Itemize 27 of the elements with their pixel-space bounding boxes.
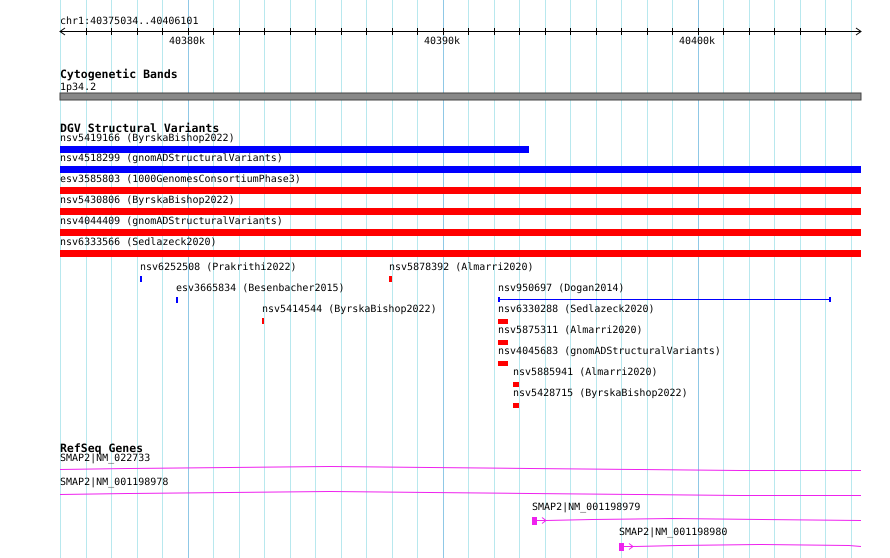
track-title: RefSeq Genes xyxy=(60,441,144,455)
band-label: 1p34.2 xyxy=(60,82,96,93)
gene-label: SMAP2|NM_001198980 xyxy=(619,527,728,538)
ruler-tick-label: 40380k xyxy=(168,36,206,47)
variant-label: nsv5875311 (Almarri2020) xyxy=(498,325,642,336)
gene-label: SMAP2|NM_001198979 xyxy=(532,502,640,513)
variant-label: nsv6252508 (Prakrithi2022) xyxy=(140,262,297,273)
ruler-location-label: chr1:40375034..40406101 xyxy=(60,16,198,27)
gene-label: SMAP2|NM_022733 xyxy=(60,453,150,464)
variant-label: nsv950697 (Dogan2014) xyxy=(498,283,624,294)
variant-label: nsv6333566 (Sedlazeck2020) xyxy=(60,237,217,248)
variant-label: esv3585803 (1000GenomesConsortiumPhase3) xyxy=(60,174,301,185)
variant-label: nsv5430806 (ByrskaBishop2022) xyxy=(60,195,235,206)
variant-label: esv3665834 (Besenbacher2015) xyxy=(176,283,345,294)
variant-label: nsv4518299 (gnomADStructuralVariants) xyxy=(60,153,283,164)
ruler-tick-label: 40400k xyxy=(678,36,716,47)
variant-label: nsv4044409 (gnomADStructuralVariants) xyxy=(60,216,283,227)
variant-label: nsv5428715 (ByrskaBishop2022) xyxy=(513,388,688,399)
variant-label: nsv5878392 (Almarri2020) xyxy=(389,262,534,273)
variant-label: nsv4045683 (gnomADStructuralVariants) xyxy=(498,346,721,357)
track-title: Cytogenetic Bands xyxy=(60,67,178,81)
variant-label: nsv5419166 (ByrskaBishop2022) xyxy=(60,133,235,144)
variant-label: nsv6330288 (Sedlazeck2020) xyxy=(498,304,655,315)
ruler-tick-label: 40390k xyxy=(424,36,460,47)
variant-label: nsv5885941 (Almarri2020) xyxy=(513,367,658,378)
gene-label: SMAP2|NM_001198978 xyxy=(60,477,168,488)
variant-label: nsv5414544 (ByrskaBishop2022) xyxy=(262,304,437,315)
